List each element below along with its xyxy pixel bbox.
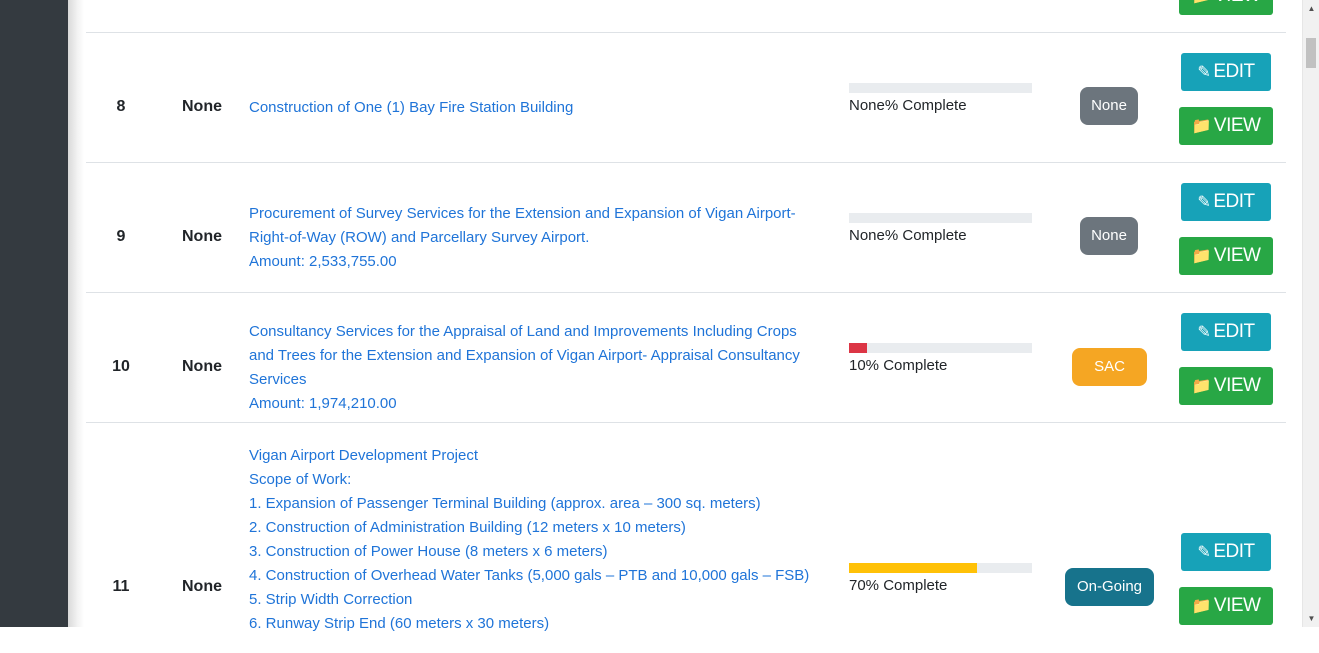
project-link[interactable]: Consultancy Services for the Appraisal o… <box>249 320 839 416</box>
project-link-line[interactable]: and Trees for the Extension and Expansio… <box>249 344 839 368</box>
progress: 70% Complete <box>849 563 1032 594</box>
project-link-line[interactable]: Amount: 1,974,210.00 <box>249 392 839 416</box>
row-col2: None <box>182 228 222 245</box>
view-button[interactable]: 📁VIEW <box>1179 0 1273 15</box>
folder-icon: 📁 <box>1191 598 1212 615</box>
project-link-line[interactable]: Amount: 2,533,755.00 <box>249 250 839 274</box>
progress-text: 10% Complete <box>849 357 948 374</box>
view-button[interactable]: 📁VIEW <box>1179 367 1273 405</box>
project-link-line[interactable]: 2. Construction of Administration Buildi… <box>249 516 839 540</box>
progress-text: 70% Complete <box>849 577 948 594</box>
vertical-scrollbar[interactable]: ▲ ▼ <box>1302 0 1319 627</box>
edit-button[interactable]: ✎ EDIT <box>1181 533 1271 571</box>
status-badge: None <box>1080 217 1138 255</box>
status-badge: None <box>1080 87 1138 125</box>
project-link-line[interactable]: 6. Runway Strip End (60 meters x 30 mete… <box>249 612 839 636</box>
progress: None% Complete <box>849 83 1032 114</box>
project-link-line[interactable]: Scope of Work: <box>249 468 839 492</box>
row-number: 9 <box>116 228 126 245</box>
folder-icon: 📁 <box>1191 118 1212 135</box>
row-number: 11 <box>112 578 130 595</box>
scroll-up-arrow-icon[interactable]: ▲ <box>1303 0 1319 17</box>
project-link-line[interactable]: Right-of-Way (ROW) and Parcellary Survey… <box>249 226 839 250</box>
row-col2: None <box>182 98 222 115</box>
row-number: 8 <box>116 98 126 115</box>
row-col2: None <box>182 358 222 375</box>
edit-button[interactable]: ✎ EDIT <box>1181 313 1271 351</box>
status-badge: SAC <box>1072 348 1147 386</box>
progress-text: None% Complete <box>849 97 967 114</box>
status-badge: On-Going <box>1065 568 1154 606</box>
scroll-thumb[interactable] <box>1306 38 1316 68</box>
progress-bar <box>849 343 1032 353</box>
table-row: 11 None Vigan Airport Development Projec… <box>86 422 1286 653</box>
progress: 10% Complete <box>849 343 1032 374</box>
project-link-line[interactable]: Vigan Airport Development Project <box>249 444 839 468</box>
project-link-line[interactable]: Services <box>249 368 839 392</box>
view-button[interactable]: 📁VIEW <box>1179 237 1273 275</box>
progress-bar <box>849 213 1032 223</box>
table-row: 10 None Consultancy Services for the App… <box>86 292 1286 423</box>
page-shadow <box>68 0 84 627</box>
progress: None% Complete <box>849 213 1032 244</box>
edit-button[interactable]: ✎ EDIT <box>1181 53 1271 91</box>
project-link-line[interactable]: Procurement of Survey Services for the E… <box>249 202 839 226</box>
project-link[interactable]: Construction of One (1) Bay Fire Station… <box>249 96 839 120</box>
table-row: 9 None Procurement of Survey Services fo… <box>86 162 1286 293</box>
row-number: 10 <box>112 358 130 375</box>
project-link-line[interactable]: Consultancy Services for the Appraisal o… <box>249 320 839 344</box>
scroll-down-arrow-icon[interactable]: ▼ <box>1303 610 1319 627</box>
project-link-line[interactable]: 3. Construction of Power House (8 meters… <box>249 540 839 564</box>
view-button[interactable]: 📁VIEW <box>1179 107 1273 145</box>
project-link-line[interactable]: 5. Strip Width Correction <box>249 588 839 612</box>
edit-icon: ✎ <box>1197 64 1211 81</box>
progress-bar <box>849 563 1032 573</box>
project-link-line[interactable]: 4. Construction of Overhead Water Tanks … <box>249 564 839 588</box>
table-row: 8 None Construction of One (1) Bay Fire … <box>86 32 1286 163</box>
edit-icon: ✎ <box>1197 324 1211 341</box>
edit-icon: ✎ <box>1197 544 1211 561</box>
edit-icon: ✎ <box>1197 194 1211 211</box>
project-link[interactable]: Procurement of Survey Services for the E… <box>249 202 839 274</box>
edit-button[interactable]: ✎ EDIT <box>1181 183 1271 221</box>
progress-text: None% Complete <box>849 227 967 244</box>
progress-fill <box>849 563 978 573</box>
left-sidebar <box>0 0 68 627</box>
project-link[interactable]: Vigan Airport Development Project Scope … <box>249 444 839 636</box>
view-button[interactable]: 📁VIEW <box>1179 587 1273 625</box>
projects-table: 📁VIEW 8 None Construction of One (1) Bay… <box>86 0 1286 632</box>
row-col2: None <box>182 578 222 595</box>
progress-bar <box>849 83 1032 93</box>
folder-icon: 📁 <box>1191 378 1212 395</box>
folder-icon: 📁 <box>1192 0 1212 5</box>
folder-icon: 📁 <box>1191 248 1212 265</box>
progress-fill <box>849 343 868 353</box>
project-link-line[interactable]: Construction of One (1) Bay Fire Station… <box>249 96 839 120</box>
project-link-line[interactable]: 1. Expansion of Passenger Terminal Build… <box>249 492 839 516</box>
